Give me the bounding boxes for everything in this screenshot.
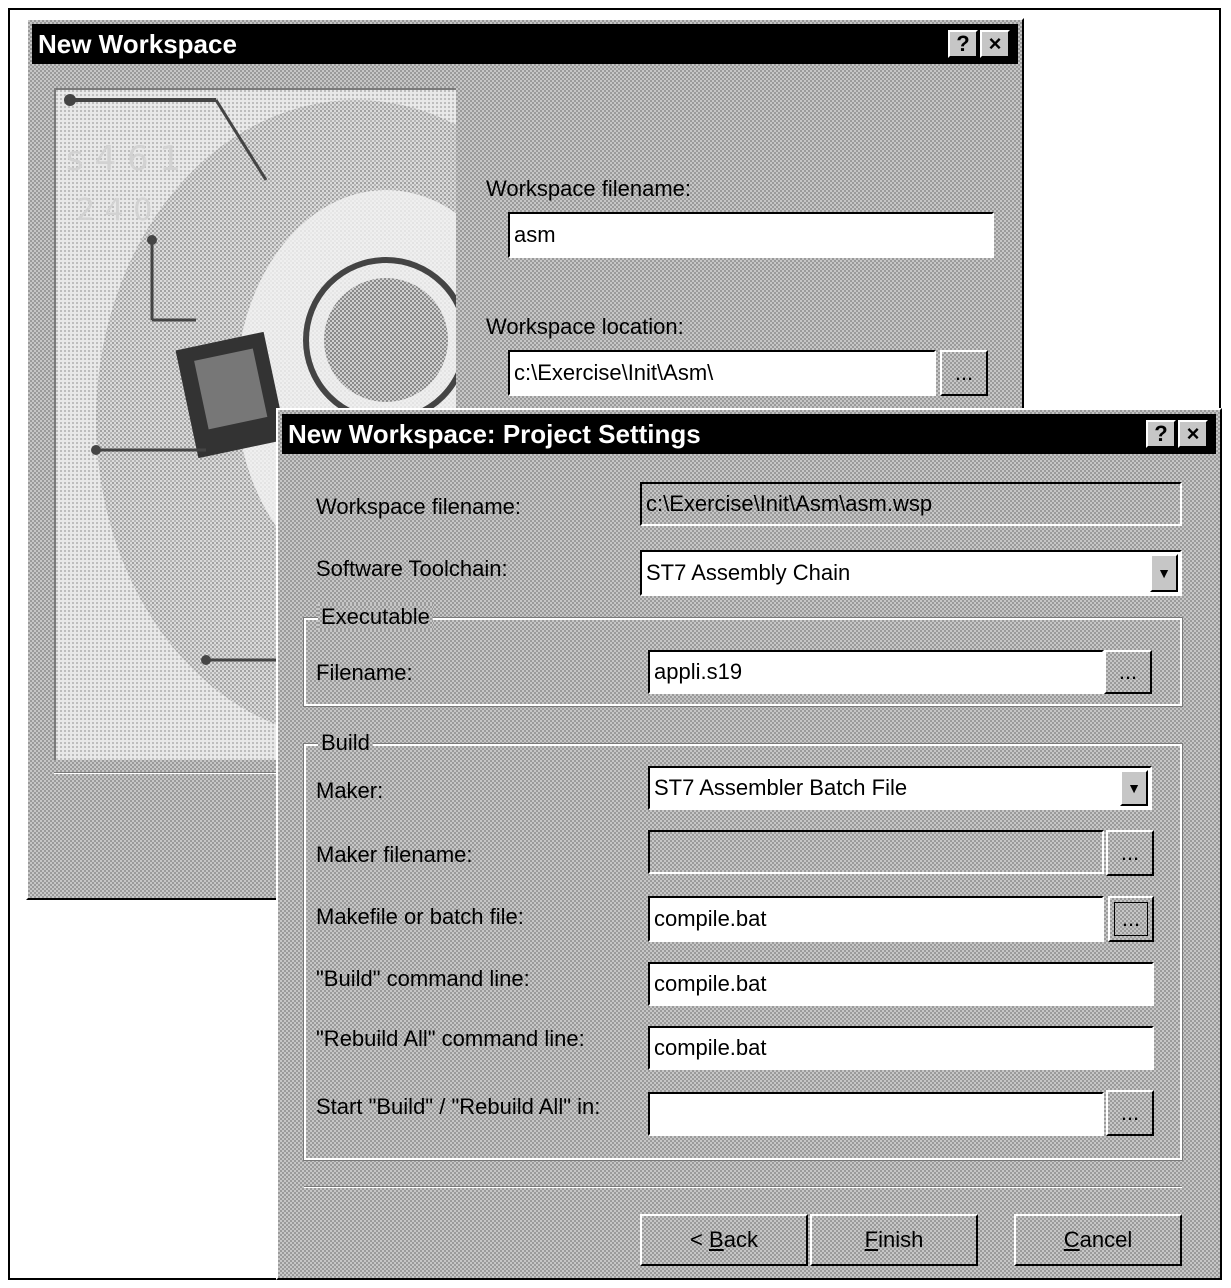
help-button[interactable]: ? <box>1146 420 1176 448</box>
build-group-title: Build <box>318 730 373 756</box>
exe-browse-button[interactable]: ... <box>1104 650 1152 694</box>
back-button[interactable]: < Back <box>640 1214 808 1266</box>
maker-filename-input <box>648 830 1104 874</box>
workspace-filename-label: Workspace filename: <box>486 176 692 201</box>
svg-text:2 4 0: 2 4 0 <box>76 193 152 228</box>
start-in-label: Start "Build" / "Rebuild All" in: <box>316 1094 601 1119</box>
dropdown-arrow-icon[interactable]: ▼ <box>1150 554 1178 592</box>
workspace-location-input[interactable]: c:\Exercise\Init\Asm\ <box>508 350 936 396</box>
window-title: New Workspace: Project Settings <box>288 418 701 449</box>
build-command-input[interactable]: compile.bat <box>648 962 1154 1006</box>
start-in-input[interactable] <box>648 1092 1104 1136</box>
workspace-filename-field: c:\Exercise\Init\Asm\asm.wsp <box>640 482 1182 526</box>
maker-select[interactable]: ST7 Assembler Batch File ▼ <box>648 766 1152 810</box>
dropdown-arrow-icon[interactable]: ▼ <box>1120 770 1148 806</box>
close-icon: × <box>1186 421 1200 446</box>
exe-filename-label: Filename: <box>316 660 413 685</box>
close-button[interactable]: × <box>980 30 1010 58</box>
workspace-filename-input[interactable]: asm <box>508 212 994 258</box>
title-bar: New Workspace ? × <box>32 24 1018 64</box>
project-settings-window: New Workspace: Project Settings ? × Work… <box>276 408 1222 1280</box>
location-browse-button[interactable]: ... <box>940 350 988 396</box>
toolchain-select[interactable]: ST7 Assembly Chain ▼ <box>640 550 1182 596</box>
rebuild-command-label: "Rebuild All" command line: <box>316 1026 585 1051</box>
start-in-browse-button[interactable]: ... <box>1106 1090 1154 1136</box>
close-button[interactable]: × <box>1178 420 1208 448</box>
divider <box>304 1186 1182 1188</box>
svg-text:s 4 6 1: s 4 6 1 <box>66 139 181 179</box>
build-command-label: "Build" command line: <box>316 966 530 991</box>
finish-button[interactable]: Finish <box>810 1214 978 1266</box>
maker-browse-button: ... <box>1106 830 1154 876</box>
maker-filename-label: Maker filename: <box>316 842 473 867</box>
toolchain-label: Software Toolchain: <box>316 556 508 581</box>
workspace-filename-label: Workspace filename: <box>316 494 522 519</box>
title-bar: New Workspace: Project Settings ? × <box>282 414 1216 454</box>
exe-filename-input[interactable]: appli.s19 <box>648 650 1104 694</box>
window-title: New Workspace <box>38 28 237 59</box>
close-icon: × <box>988 31 1002 56</box>
help-button[interactable]: ? <box>948 30 978 58</box>
maker-label: Maker: <box>316 778 384 803</box>
workspace-location-label: Workspace location: <box>486 314 684 339</box>
cancel-button[interactable]: Cancel <box>1014 1214 1182 1266</box>
makefile-input[interactable]: compile.bat <box>648 896 1104 942</box>
rebuild-command-input[interactable]: compile.bat <box>648 1026 1154 1070</box>
makefile-label: Makefile or batch file: <box>316 904 524 929</box>
executable-group-title: Executable <box>318 604 433 630</box>
makefile-browse-button[interactable]: ... <box>1108 896 1154 942</box>
